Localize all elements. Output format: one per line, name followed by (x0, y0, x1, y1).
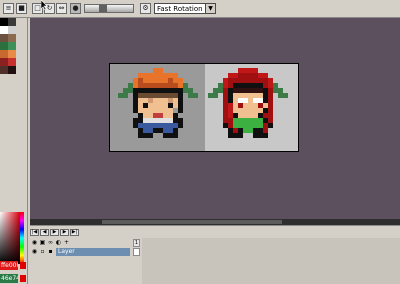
palette-swatch[interactable] (8, 66, 16, 74)
flip-button[interactable]: ⇔ (56, 3, 67, 14)
left-tool-panel: ffe000 46e74 (0, 18, 28, 284)
layer-row[interactable]: ◉ ▫ ▪ Layer (30, 248, 140, 256)
scrollbar-thumb[interactable] (102, 220, 282, 224)
palette-swatch[interactable] (8, 50, 16, 58)
playback-controls: |◀ ◀ ▶ ▶ ▶| (30, 229, 110, 237)
play-button[interactable]: ▶ (50, 229, 59, 236)
timeline-empty-area (142, 238, 400, 284)
first-frame-button[interactable]: |◀ (30, 229, 39, 236)
saturation-value-field[interactable] (0, 212, 20, 264)
stop-icon: ■ (18, 4, 25, 12)
layer-header: ◉ ▣ ∞ ◐ + (30, 239, 140, 247)
sprite-canvas[interactable] (109, 63, 299, 152)
toolbar: ≡ ■ □ ↻ ⇔ ● ⚙ Fast Rotation ▼ (0, 0, 400, 18)
rotation-mode-select[interactable]: Fast Rotation ▼ (154, 3, 216, 14)
last-frame-icon: ▶| (71, 229, 78, 235)
primary-color-row: ffe000 (0, 261, 28, 270)
app-window: ≡ ■ □ ↻ ⇔ ● ⚙ Fast Rotation ▼ ffe000 46e… (0, 0, 400, 284)
lock-icon[interactable]: ▣ (39, 239, 46, 246)
frame-cell[interactable] (133, 248, 140, 256)
next-frame-button[interactable]: ▶ (60, 229, 69, 236)
new-icon: □ (34, 4, 41, 12)
primary-color-hex[interactable]: ffe000 (0, 261, 18, 270)
flip-icon: ⇔ (58, 4, 65, 12)
palette-swatch[interactable] (0, 34, 8, 42)
eye-icon: ● (72, 4, 79, 12)
menu-button[interactable]: ≡ (3, 3, 14, 14)
palette-swatch[interactable] (0, 66, 8, 74)
canvas-workspace[interactable] (30, 18, 400, 220)
first-frame-icon: |◀ (31, 229, 38, 235)
zoom-slider-knob[interactable] (99, 5, 107, 12)
color-palette (0, 18, 16, 74)
layer-visible-icon[interactable]: ◉ (31, 248, 38, 255)
frame-number-header[interactable]: 1 (133, 239, 140, 247)
primary-color-flag-icon[interactable] (20, 262, 26, 269)
link-icon[interactable]: ∞ (47, 239, 54, 246)
palette-swatch[interactable] (0, 42, 8, 50)
palette-swatch[interactable] (8, 58, 16, 66)
palette-swatch[interactable] (8, 42, 16, 50)
rotation-mode-value: Fast Rotation (157, 5, 203, 13)
palette-swatch[interactable] (8, 18, 16, 26)
grid-icon: ≡ (5, 4, 12, 12)
secondary-color-row: 46e74 (0, 274, 28, 283)
settings-button[interactable]: ⚙ (140, 3, 151, 14)
prev-frame-icon: ◀ (42, 229, 47, 235)
secondary-color-flag-icon[interactable] (20, 275, 26, 282)
gear-icon: ⚙ (142, 4, 149, 12)
layer-lock-icon[interactable]: ▫ (39, 248, 46, 255)
next-frame-icon: ▶ (62, 229, 67, 235)
hue-slider[interactable] (20, 212, 24, 264)
palette-swatch[interactable] (0, 58, 8, 66)
palette-swatch[interactable] (8, 34, 16, 42)
play-icon: ▶ (52, 229, 57, 235)
zoom-slider[interactable] (84, 4, 134, 13)
palette-swatch[interactable] (8, 26, 16, 34)
preview-button[interactable]: ● (70, 3, 81, 14)
palette-swatch[interactable] (0, 26, 8, 34)
timeline-panel: |◀ ◀ ▶ ▶ ▶| ◉ ▣ ∞ ◐ + 1 ◉ ▫ ▪ Layer (30, 225, 400, 284)
stop-button[interactable]: ■ (16, 3, 27, 14)
layer-type-icon[interactable]: ▪ (47, 248, 54, 255)
add-layer-icon[interactable]: + (63, 239, 70, 246)
palette-swatch[interactable] (0, 50, 8, 58)
eye-icon[interactable]: ◉ (31, 239, 38, 246)
prev-frame-button[interactable]: ◀ (40, 229, 49, 236)
onion-skin-icon[interactable]: ◐ (55, 239, 62, 246)
chevron-down-icon[interactable]: ▼ (205, 4, 215, 13)
last-frame-button[interactable]: ▶| (70, 229, 79, 236)
palette-swatch[interactable] (0, 18, 8, 26)
mouse-cursor-icon (41, 0, 48, 10)
secondary-color-hex[interactable]: 46e74 (0, 274, 18, 283)
layer-name[interactable]: Layer (56, 248, 130, 256)
